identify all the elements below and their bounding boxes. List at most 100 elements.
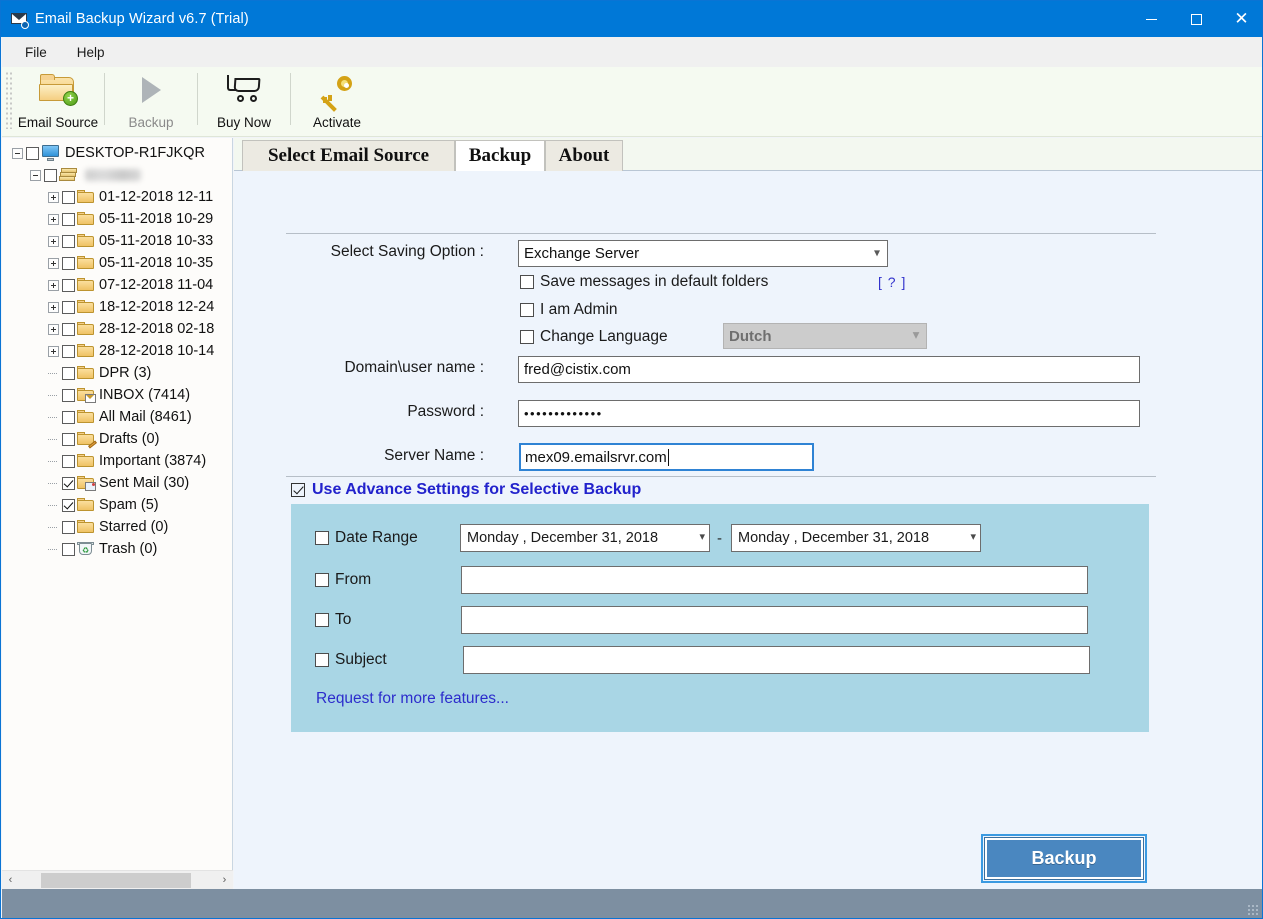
expand-icon[interactable] [48,280,59,291]
tree-node-folder[interactable]: 07-12-2018 11-04 [8,274,232,296]
folder-checkbox[interactable] [62,345,75,358]
folder-checkbox[interactable] [62,367,75,380]
tree-node-account[interactable]: Gmail [8,164,232,186]
folder-checkbox[interactable] [62,301,75,314]
expand-icon[interactable] [48,302,59,313]
expand-icon[interactable] [48,236,59,247]
language-select[interactable]: Dutch ▾ [723,323,927,349]
server-name-input[interactable]: mex09.emailsrvr.com [519,443,814,471]
scroll-left-button[interactable]: ‹ [2,872,19,889]
tree-node-folder[interactable]: DPR (3) [8,362,232,384]
expand-icon[interactable] [48,258,59,269]
expand-icon[interactable] [48,324,59,335]
divider-middle [286,476,1156,477]
expand-icon[interactable] [48,346,59,357]
toolbar-grip[interactable] [5,71,12,129]
tree-node-folder[interactable]: Sent Mail (30) [8,472,232,494]
backup-submit-button[interactable]: Backup [984,837,1144,880]
folder-inbox-icon [77,388,95,402]
to-filter-checkbox[interactable]: To [315,611,351,629]
from-filter-checkbox[interactable]: From [315,571,371,589]
tree-node-folder[interactable]: 18-12-2018 12-24 [8,296,232,318]
date-range-to-picker[interactable]: Monday , December 31, 2018 ▾ [731,524,981,552]
menu-file[interactable]: File [14,42,58,63]
tree-node-folder[interactable]: 05-11-2018 10-29 [8,208,232,230]
tree-node-folder[interactable]: ♻Trash (0) [8,538,232,560]
minimize-button[interactable] [1129,1,1174,37]
folder-checkbox[interactable] [62,433,75,446]
folder-checkbox[interactable] [62,499,75,512]
toolbar-buy-now-button[interactable]: Buy Now [198,67,290,133]
to-filter-input[interactable] [461,606,1088,634]
tree-node-folder[interactable]: Starred (0) [8,516,232,538]
from-filter-input[interactable] [461,566,1088,594]
tree-node-folder[interactable]: INBOX (7414) [8,384,232,406]
toolbar-email-source-button[interactable]: + Email Source [12,67,104,133]
i-am-admin-checkbox[interactable]: I am Admin [520,301,618,319]
folder-checkbox[interactable] [62,455,75,468]
tree-node-folder[interactable]: 05-11-2018 10-33 [8,230,232,252]
toolbar-email-source-label: Email Source [18,115,98,133]
date-range-from-picker[interactable]: Monday , December 31, 2018 ▾ [460,524,710,552]
tree-line [48,544,59,555]
save-default-folders-checkbox[interactable]: Save messages in default folders [520,273,768,291]
divider-top [286,233,1156,234]
use-advance-settings-checkbox[interactable]: Use Advance Settings for Selective Backu… [291,481,641,499]
folder-checkbox[interactable] [62,279,75,292]
menu-help[interactable]: Help [66,42,116,63]
tab-about[interactable]: About [545,140,623,171]
tree-node-folder[interactable]: 28-12-2018 10-14 [8,340,232,362]
folder-checkbox[interactable] [62,191,75,204]
folder-checkbox[interactable] [62,411,75,424]
folder-trash-icon: ♻ [77,542,95,556]
folder-checkbox[interactable] [62,213,75,226]
domain-user-input[interactable]: fred@cistix.com [518,356,1140,383]
tree-node-folder[interactable]: Important (3874) [8,450,232,472]
toolbar-activate-button[interactable]: Activate [291,67,383,133]
scroll-thumb[interactable] [41,873,191,888]
password-input[interactable]: ••••••••••••• [518,400,1140,427]
folder-checkbox[interactable] [62,389,75,402]
change-language-checkbox[interactable]: Change Language [520,328,668,346]
collapse-icon[interactable] [30,170,41,181]
close-button[interactable]: ✕ [1219,1,1263,37]
account-checkbox[interactable] [44,169,57,182]
i-am-admin-label: I am Admin [540,301,618,319]
saving-option-select[interactable]: Exchange Server ▾ [518,240,888,267]
menu-bar: File Help [2,37,1263,67]
toolbar-backup-button[interactable]: Backup [105,67,197,133]
tree-node-folder[interactable]: Drafts (0) [8,428,232,450]
root-checkbox[interactable] [26,147,39,160]
date-range-checkbox[interactable]: Date Range [315,529,418,547]
scroll-track[interactable] [19,872,216,889]
folder-tree-panel[interactable]: DESKTOP-R1FJKQR Gmail 01-12-2018 12-1105… [2,138,233,883]
tree-node-root[interactable]: DESKTOP-R1FJKQR [8,142,232,164]
tree-node-folder[interactable]: All Mail (8461) [8,406,232,428]
collapse-icon[interactable] [12,148,23,159]
folder-checkbox[interactable] [62,477,75,490]
tree-node-folder[interactable]: 05-11-2018 10-35 [8,252,232,274]
subject-filter-input[interactable] [463,646,1090,674]
request-more-features-link[interactable]: Request for more features... [316,690,509,708]
resize-grip[interactable] [1247,904,1259,916]
tree-node-folder[interactable]: Spam (5) [8,494,232,516]
folder-checkbox[interactable] [62,521,75,534]
folder-checkbox[interactable] [62,235,75,248]
tree-node-folder[interactable]: 01-12-2018 12-11 [8,186,232,208]
tab-select-email-source[interactable]: Select Email Source [242,140,455,171]
scroll-right-button[interactable]: › [216,872,233,889]
domain-user-value: fred@cistix.com [524,361,631,378]
tab-backup[interactable]: Backup [455,140,545,171]
maximize-button[interactable] [1174,1,1219,37]
folder-label: All Mail (8461) [99,409,192,425]
folder-checkbox[interactable] [62,543,75,556]
tree-node-folder[interactable]: 28-12-2018 02-18 [8,318,232,340]
subject-filter-checkbox[interactable]: Subject [315,651,387,669]
sidebar-horizontal-scrollbar[interactable]: ‹ › [2,870,233,889]
folder-checkbox[interactable] [62,323,75,336]
folder-label: INBOX (7414) [99,387,190,403]
expand-icon[interactable] [48,214,59,225]
expand-icon[interactable] [48,192,59,203]
help-hint-link[interactable]: [ ? ] [878,274,906,290]
folder-checkbox[interactable] [62,257,75,270]
